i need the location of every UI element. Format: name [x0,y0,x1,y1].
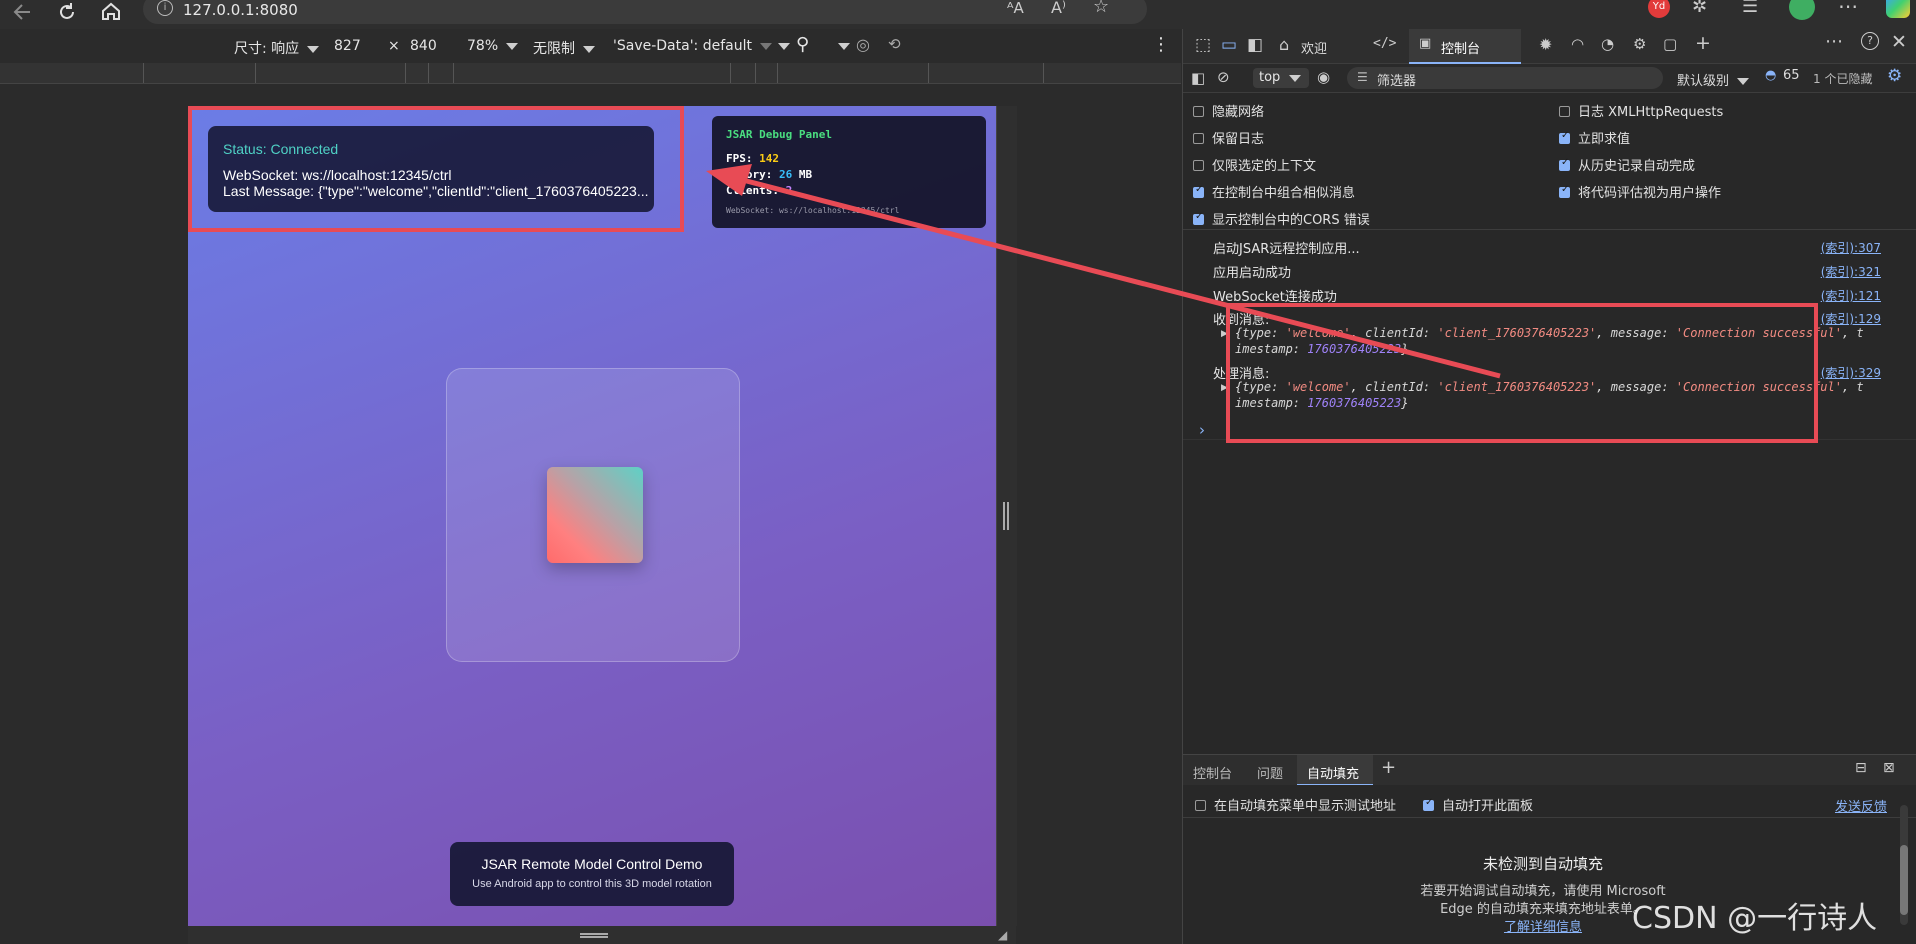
annotation-arrow [706,164,1501,379]
